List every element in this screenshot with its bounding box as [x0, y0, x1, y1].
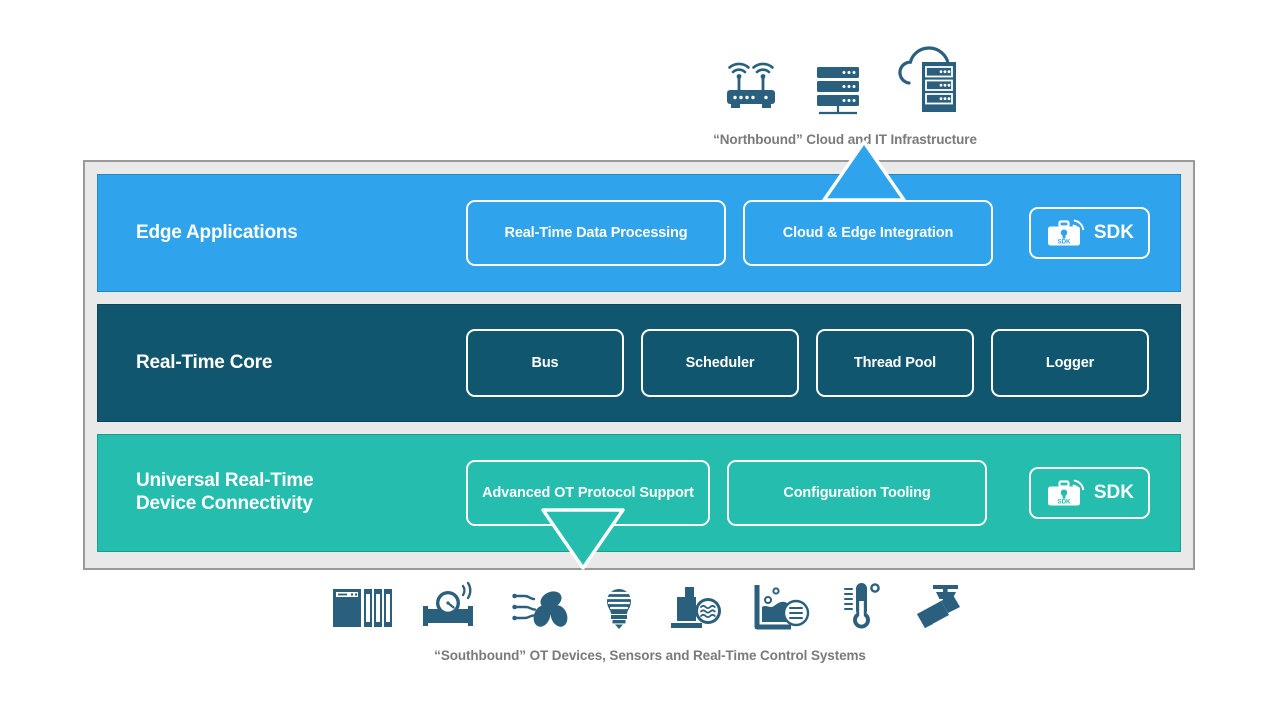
box-label: Thread Pool	[853, 355, 937, 371]
box-scheduler[interactable]: Scheduler	[641, 329, 799, 397]
southbound-arrow	[541, 508, 625, 570]
layer-edge-applications: Edge Applications Real-Time Data Process…	[97, 174, 1181, 292]
sdk-label: SDK	[1093, 222, 1134, 243]
server-rack-icon	[811, 61, 865, 122]
architecture-container: Edge Applications Real-Time Data Process…	[83, 160, 1195, 570]
security-camera-icon	[911, 583, 969, 636]
northbound-arrow	[822, 140, 906, 202]
sdk-label: SDK	[1093, 482, 1134, 503]
northbound-group: “Northbound” Cloud and IT Infrastructure	[700, 44, 990, 147]
box-label: Configuration Tooling	[783, 485, 931, 501]
box-label: Real-Time Data Processing	[504, 225, 688, 241]
cfl-bulb-icon	[599, 581, 639, 636]
svg-text:SDK: SDK	[1057, 238, 1071, 245]
thermometer-icon	[839, 581, 883, 636]
box-label: Scheduler	[685, 355, 755, 371]
layer-core-boxes: Bus Scheduler Thread Pool Logger	[466, 329, 1180, 397]
box-label: Bus	[531, 355, 559, 371]
router-wifi-icon	[723, 59, 785, 122]
southbound-caption: “Southbound” OT Devices, Sensors and Rea…	[434, 648, 866, 663]
flow-sensor-icon	[667, 585, 725, 636]
layer-title-core: Real-Time Core	[136, 351, 273, 373]
box-bus[interactable]: Bus	[466, 329, 624, 397]
sdk-toolbox-icon: SDK	[1045, 216, 1085, 250]
sdk-badge-edge[interactable]: SDK SDK	[1028, 207, 1150, 259]
pipe-flow-gauge-icon	[421, 581, 483, 636]
fan-blower-icon	[511, 585, 571, 636]
box-label: Advanced OT Protocol Support	[482, 485, 694, 501]
box-label: Logger	[1045, 355, 1095, 371]
sdk-toolbox-icon: SDK	[1045, 476, 1085, 510]
box-cloud-edge-integration[interactable]: Cloud & Edge Integration	[743, 200, 993, 266]
southbound-icons	[300, 580, 1000, 636]
box-logger[interactable]: Logger	[991, 329, 1149, 397]
sdk-badge-device[interactable]: SDK SDK	[1028, 467, 1150, 519]
box-configuration-tooling[interactable]: Configuration Tooling	[727, 460, 987, 526]
svg-text:SDK: SDK	[1057, 498, 1071, 505]
northbound-icons	[700, 44, 990, 122]
box-thread-pool[interactable]: Thread Pool	[816, 329, 974, 397]
box-label: Cloud & Edge Integration	[782, 225, 954, 241]
tank-level-sensor-icon	[753, 583, 811, 636]
control-cabinet-icon	[331, 585, 393, 636]
cloud-server-icon	[891, 45, 967, 122]
layer-title-edge: Edge Applications	[136, 221, 298, 243]
layer-device-connectivity: Universal Real-Time Device Connectivity …	[97, 434, 1181, 552]
box-real-time-data-processing[interactable]: Real-Time Data Processing	[466, 200, 726, 266]
layer-real-time-core: Real-Time Core Bus Scheduler Thread Pool…	[97, 304, 1181, 422]
southbound-group: “Southbound” OT Devices, Sensors and Rea…	[300, 580, 1000, 663]
layer-title-device: Universal Real-Time Device Connectivity	[136, 470, 314, 514]
layer-edge-boxes: Real-Time Data Processing Cloud & Edge I…	[466, 200, 1180, 266]
